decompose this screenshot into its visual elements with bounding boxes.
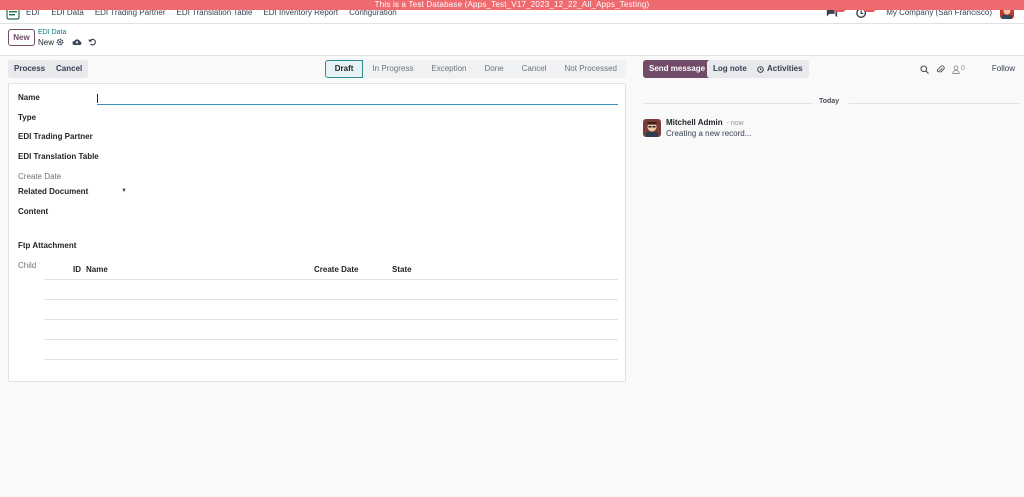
- caret-down-icon[interactable]: ▼: [121, 188, 127, 194]
- text-cursor: [97, 94, 98, 103]
- column-name[interactable]: Name: [86, 265, 108, 274]
- separator-line-right: [849, 103, 1019, 104]
- message-author-name[interactable]: Mitchell Admin: [666, 118, 723, 127]
- stage-in-progress[interactable]: In Progress: [363, 60, 423, 78]
- translation-table-label: EDI Translation Table: [18, 152, 99, 161]
- date-separator: Today: [643, 98, 1019, 108]
- trading-partner-label: EDI Trading Partner: [18, 132, 93, 141]
- control-panel: New EDI Data New: [0, 24, 1024, 56]
- name-input[interactable]: [97, 93, 618, 105]
- table-row: [44, 320, 618, 340]
- breadcrumb-current: New: [38, 38, 55, 47]
- message-body: Creating a new record...: [666, 129, 752, 138]
- type-label: Type: [18, 113, 37, 122]
- process-button[interactable]: Process: [8, 60, 52, 78]
- log-note-button[interactable]: Log note: [707, 60, 753, 78]
- send-message-button[interactable]: Send message: [643, 60, 712, 78]
- new-button[interactable]: New: [8, 29, 35, 46]
- test-database-banner: This is a Test Database (Apps_Test_V17_2…: [0, 0, 1024, 10]
- follow-button[interactable]: Follow: [992, 60, 1015, 78]
- stage-cancel[interactable]: Cancel: [512, 60, 556, 78]
- message-author-avatar[interactable]: [643, 119, 661, 137]
- cancel-button[interactable]: Cancel: [50, 60, 89, 78]
- ftp-attachment-label: Ftp Attachment: [18, 241, 77, 250]
- table-row: [44, 280, 618, 300]
- stage-not-processed[interactable]: Not Processed: [555, 60, 626, 78]
- child-label: Child: [18, 261, 37, 270]
- message-time: now: [730, 120, 744, 127]
- create-date-label: Create Date: [18, 172, 62, 181]
- column-create-date[interactable]: Create Date: [314, 265, 358, 274]
- separator-line-left: [643, 103, 813, 104]
- undo-icon[interactable]: [88, 38, 96, 46]
- form-sheet: Name Type EDI Trading Partner EDI Transl…: [8, 83, 626, 382]
- table-row: [44, 340, 618, 360]
- related-document-label: Related Document: [18, 187, 89, 196]
- clock-icon: [757, 65, 764, 73]
- stage-done[interactable]: Done: [475, 60, 513, 78]
- activities-label: Activities: [767, 64, 803, 73]
- followers-count[interactable]: 0: [961, 60, 965, 78]
- table-row: [44, 300, 618, 320]
- cloud-upload-icon[interactable]: [72, 38, 82, 46]
- gear-icon[interactable]: [56, 38, 64, 46]
- top-navbar: EDI EDI Data EDI Trading Partner EDI Tra…: [0, 0, 1024, 24]
- column-state[interactable]: State: [392, 265, 412, 274]
- name-label: Name: [18, 93, 40, 102]
- stage-selector: Draft In Progress Exception Done Cancel …: [324, 60, 626, 78]
- user-icon[interactable]: [952, 65, 960, 74]
- search-icon[interactable]: [920, 65, 929, 74]
- date-separator-label: Today: [819, 98, 840, 105]
- activities-button[interactable]: Activities: [751, 60, 809, 78]
- paperclip-icon[interactable]: [936, 65, 945, 74]
- stage-draft[interactable]: Draft: [324, 60, 364, 78]
- content-label: Content: [18, 207, 49, 216]
- form-statusbar: Process Cancel Draft In Progress Excepti…: [8, 60, 626, 78]
- chatter-topbar: Send message Log note Activities 0 Follo…: [643, 60, 1019, 78]
- message-author[interactable]: Mitchell Admin - now: [666, 118, 744, 127]
- child-table-header: ID Name Create Date State: [44, 260, 618, 280]
- breadcrumb-parent[interactable]: EDI Data: [38, 29, 66, 36]
- stage-exception[interactable]: Exception: [422, 60, 476, 78]
- column-id[interactable]: ID: [73, 265, 81, 274]
- author-avatar-image: [643, 119, 661, 137]
